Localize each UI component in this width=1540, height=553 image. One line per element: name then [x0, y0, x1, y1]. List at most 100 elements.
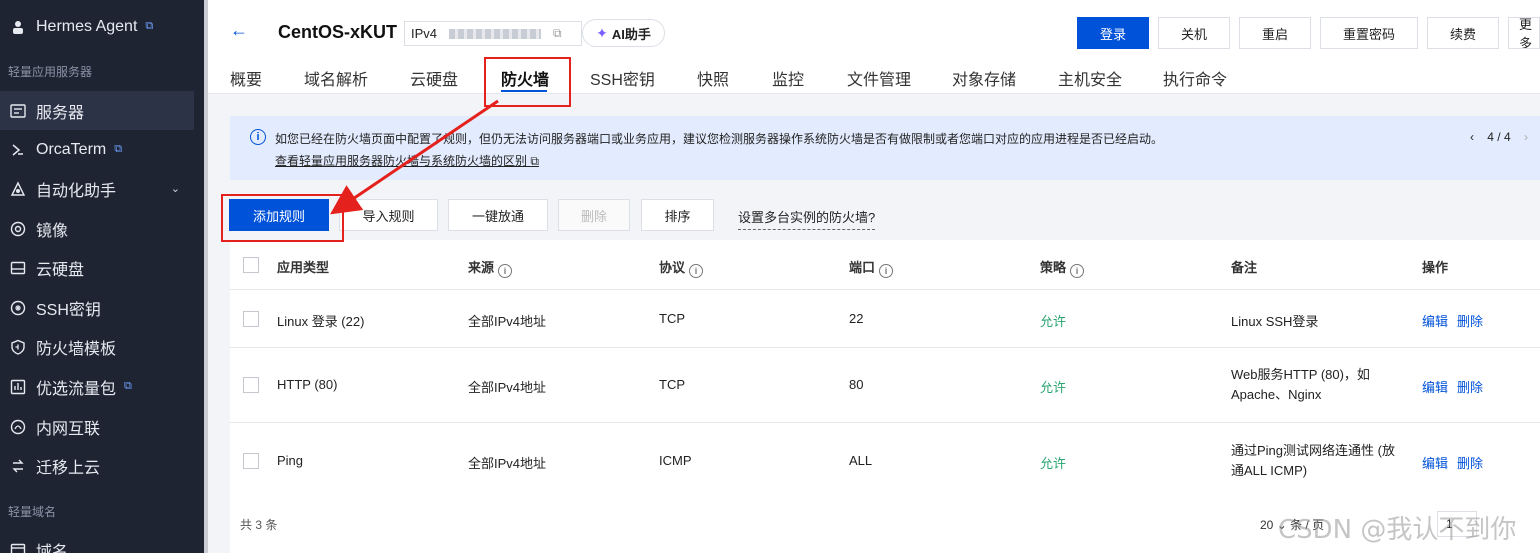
agent-icon — [8, 17, 28, 37]
sidebar-item-orcaterm[interactable]: OrcaTerm ⧉ — [0, 130, 194, 169]
sidebar-item-image[interactable]: 镜像 — [0, 209, 194, 248]
page-size-value: 20 — [1260, 518, 1274, 532]
tab-host-security[interactable]: 主机安全 — [1058, 66, 1122, 90]
open-all-button[interactable]: 一键放通 — [448, 199, 548, 231]
cell-source: 全部IPv4地址 — [468, 380, 547, 395]
table-row: HTTP (80) 全部IPv4地址 TCP 80 允许 Web服务HTTP (… — [230, 348, 1540, 423]
row-checkbox[interactable] — [243, 311, 259, 327]
sidebar-item-server[interactable]: 服务器 — [0, 91, 194, 130]
more-button[interactable]: 更多 — [1508, 17, 1540, 49]
info-icon[interactable]: i — [498, 264, 513, 278]
sort-button[interactable]: 排序 — [641, 199, 714, 231]
cell-policy: 允许 — [1040, 380, 1067, 395]
tab-ssh-key[interactable]: SSH密钥 — [590, 66, 655, 90]
column-port: 端口 i — [849, 257, 894, 278]
sidebar-item-label: 自动化助手 — [36, 182, 117, 200]
reset-password-button[interactable]: 重置密码 — [1320, 17, 1418, 49]
sidebar-item-label: SSH密钥 — [36, 301, 101, 319]
sidebar-item-disk[interactable]: 云硬盘 — [0, 248, 194, 287]
cell-app-type: Ping — [277, 453, 304, 468]
notice-banner: i 如您已经在防火墙页面中配置了规则，但仍无法访问服务器端口或业务应用，建议您检… — [230, 116, 1540, 180]
cell-note: Linux SSH登录 — [1231, 314, 1319, 329]
import-rule-button[interactable]: 导入规则 — [339, 199, 438, 231]
chevron-right-icon[interactable]: › — [1524, 130, 1528, 144]
image-icon — [8, 219, 28, 239]
restart-button[interactable]: 重启 — [1239, 17, 1311, 49]
server-icon — [8, 101, 28, 121]
sidebar-section-title: 轻量域名 — [8, 505, 57, 519]
sidebar-item-firewall-template[interactable]: 防火墙模板 — [0, 327, 194, 366]
key-icon — [8, 298, 28, 318]
info-icon[interactable]: i — [879, 264, 894, 278]
terminal-icon — [8, 140, 28, 160]
tab-monitor[interactable]: 监控 — [772, 66, 804, 90]
tab-overview[interactable]: 概要 — [230, 66, 262, 90]
chevron-down-icon: ⌄ — [170, 183, 180, 195]
row-checkbox[interactable] — [243, 377, 259, 393]
tab-object-storage[interactable]: 对象存储 — [952, 66, 1016, 90]
annotation-highlight-add-rule — [221, 194, 344, 242]
tab-cloud-disk[interactable]: 云硬盘 — [410, 66, 458, 90]
cell-source: 全部IPv4地址 — [468, 314, 547, 329]
instance-name: CentOS-xKUT — [278, 22, 398, 42]
ip-type: IPv4 — [411, 26, 438, 41]
copy-icon[interactable]: ⧉ — [553, 26, 562, 41]
cell-port: ALL — [849, 453, 873, 468]
notice-text: 如您已经在防火墙页面中配置了规则，但仍无法访问服务器端口或业务应用，建议您检测服… — [275, 132, 1164, 146]
tab-run-command[interactable]: 执行命令 — [1163, 66, 1227, 90]
info-icon[interactable]: i — [689, 264, 704, 278]
multi-instance-firewall-link[interactable]: 设置多台实例的防火墙? — [738, 207, 876, 230]
back-arrow-icon[interactable]: ← — [230, 20, 248, 41]
column-port-label: 端口 — [849, 260, 876, 275]
sidebar-item-ssh-key[interactable]: SSH密钥 — [0, 288, 194, 327]
row-checkbox[interactable] — [243, 453, 259, 469]
edit-link[interactable]: 编辑 — [1422, 377, 1448, 396]
delete-button[interactable]: 删除 — [558, 199, 630, 231]
cell-source: 全部IPv4地址 — [468, 456, 547, 471]
sidebar-item-label: 服务器 — [36, 104, 85, 122]
ai-assistant-button[interactable]: ✦ AI助手 — [582, 19, 665, 47]
cell-note: 通过Ping测试网络连通性 (放通ALL ICMP) — [1231, 443, 1395, 478]
cell-app-type: HTTP (80) — [277, 377, 338, 392]
shield-icon — [8, 337, 28, 357]
edit-link[interactable]: 编辑 — [1422, 453, 1448, 472]
sidebar: Hermes Agent ⧉ 轻量应用服务器 服务器 OrcaTerm ⧉ 自动… — [0, 0, 204, 553]
select-all-checkbox[interactable] — [243, 257, 259, 273]
chevron-left-icon[interactable]: ‹ — [1470, 130, 1474, 144]
tab-file-manager[interactable]: 文件管理 — [847, 66, 911, 90]
sidebar-item-automation[interactable]: 自动化助手 ⌄ — [0, 169, 194, 208]
delete-link[interactable]: 删除 — [1457, 377, 1483, 396]
tab-dns[interactable]: 域名解析 — [304, 66, 368, 90]
info-icon[interactable]: i — [1070, 264, 1085, 278]
network-icon — [8, 417, 28, 437]
total-count: 共 3 条 — [240, 518, 278, 532]
cell-policy: 允许 — [1040, 456, 1067, 471]
sidebar-item-migrate[interactable]: 迁移上云 — [0, 446, 194, 485]
sidebar-item-hermes-agent[interactable]: Hermes Agent ⧉ — [0, 7, 194, 46]
delete-link[interactable]: 删除 — [1457, 453, 1483, 472]
sidebar-item-label: 镜像 — [36, 222, 69, 240]
notice-pager: ‹ 4 / 4 › — [1470, 130, 1528, 144]
external-link-icon: ⧉ — [124, 380, 132, 392]
sidebar-item-domain[interactable]: 域名 — [0, 530, 194, 553]
automation-icon — [8, 179, 28, 199]
login-button[interactable]: 登录 — [1077, 17, 1149, 49]
ip-address-box: IPv4 ⧉ — [404, 21, 582, 46]
column-source-label: 来源 — [468, 260, 495, 275]
external-link-icon: ⧉ — [145, 20, 154, 32]
disk-icon — [8, 258, 28, 278]
cell-app-type: Linux 登录 (22) — [277, 314, 365, 329]
domain-icon — [8, 540, 28, 553]
edit-link[interactable]: 编辑 — [1422, 311, 1448, 330]
renew-button[interactable]: 续费 — [1427, 17, 1499, 49]
cell-port: 80 — [849, 377, 864, 392]
table-header: 应用类型 来源 i 协议 i 端口 i 策略 i 备注 操作 — [230, 240, 1540, 290]
sidebar-item-intranet[interactable]: 内网互联 — [0, 407, 194, 446]
notice-pager-count: 4 / 4 — [1487, 130, 1511, 144]
delete-link[interactable]: 删除 — [1457, 311, 1483, 330]
shutdown-button[interactable]: 关机 — [1158, 17, 1230, 49]
notice-link[interactable]: 查看轻量应用服务器防火墙与系统防火墙的区别 ⧉ — [275, 152, 539, 169]
sidebar-item-traffic-package[interactable]: 优选流量包 ⧉ — [0, 367, 194, 406]
external-link-icon: ⧉ — [530, 154, 539, 168]
tab-snapshot[interactable]: 快照 — [697, 66, 729, 90]
